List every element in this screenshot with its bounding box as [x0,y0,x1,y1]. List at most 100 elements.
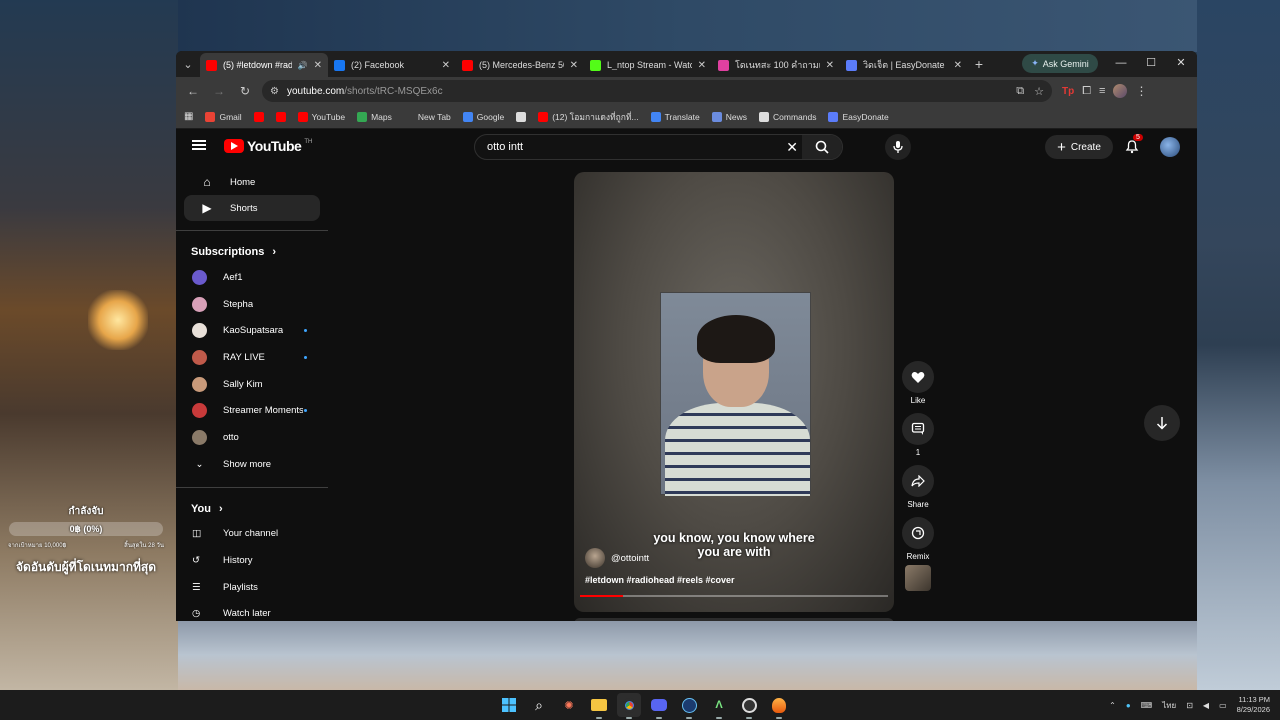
speaker-icon[interactable]: 🔊 [298,61,308,70]
like-button[interactable] [902,361,934,393]
reload-icon[interactable]: ↻ [234,80,256,102]
close-tab-icon[interactable]: ✕ [570,60,578,71]
subscription-item[interactable]: KaoSupatsara [176,317,328,344]
next-short-preview[interactable] [574,618,894,621]
media-controls-icon[interactable]: ≡ [1099,85,1105,97]
address-bar[interactable]: ⚙ youtube.com/shorts/tRC-MSQEx6c ⧉ ☆ [262,80,1052,102]
spark-app-icon[interactable]: ✺ [557,693,581,717]
subscription-item[interactable]: Streamer Moments [176,397,328,424]
close-tab-icon[interactable]: ✕ [954,60,962,71]
ask-gemini-button[interactable]: ✦ Ask Gemini [1022,54,1098,73]
extension-tp-icon[interactable]: Tp [1062,86,1074,97]
voice-search-button[interactable] [885,134,911,160]
you-item[interactable]: ◫ Your channel [176,521,328,548]
minimize-button[interactable]: — [1106,51,1136,77]
bookmark-11[interactable]: Commands [759,111,816,122]
bookmark-5[interactable]: New Tab [403,111,451,122]
terminal-app-icon[interactable]: Λ [707,693,731,719]
short-video-player[interactable]: you know, you know where you are with @o… [574,172,894,612]
volume-icon[interactable]: ◀ [1203,701,1209,710]
sound-thumbnail[interactable] [905,565,931,591]
search-icon[interactable]: ⌕ [527,693,551,717]
bookmark-star-icon[interactable]: ☆ [1034,85,1044,98]
network-icon[interactable]: ⊡ [1186,701,1193,710]
remix-action[interactable]: Remix [901,517,935,591]
account-avatar[interactable] [1160,137,1180,157]
close-tab-icon[interactable]: ✕ [826,60,834,71]
extensions-puzzle-icon[interactable]: ⧠ [1082,85,1091,98]
new-tab-button[interactable]: + [968,56,990,72]
subscription-item[interactable]: Stepha [176,291,328,318]
bookmark-10[interactable]: News [711,111,747,122]
tab-2[interactable]: (5) Mercedes-Benz 500 ✕ [456,53,584,77]
subscription-item[interactable]: Sally Kim [176,371,328,398]
maximize-button[interactable]: ☐ [1136,51,1166,77]
obs-icon[interactable] [737,693,761,719]
sidebar-item-shorts[interactable]: ▶ Shorts [184,195,320,221]
close-tab-icon[interactable]: ✕ [442,60,450,71]
clock[interactable]: 11:13 PM 8/29/2026 [1237,695,1270,715]
clear-search-icon[interactable]: ✕ [786,139,798,156]
bookmark-8[interactable]: (12) โอมกาแดงที่ถูกที่... [538,110,639,124]
youtube-logo[interactable]: YouTube TH [224,138,312,154]
bookmark-0[interactable]: Gmail [205,111,242,122]
remix-button[interactable] [902,517,934,549]
bookmark-7[interactable] [516,111,527,122]
notifications-button[interactable]: 5 [1124,134,1143,159]
menu-hamburger-icon[interactable] [192,140,206,150]
you-item[interactable]: ◷ Watch later [176,601,328,621]
language-indicator[interactable]: ไทย [1162,699,1176,712]
share-button[interactable] [902,465,934,497]
bookmark-1[interactable] [253,111,264,122]
bookmark-2[interactable] [275,111,286,122]
comments-action[interactable]: 1 [901,413,935,457]
sidebar-item-home[interactable]: ⌂ Home [184,169,320,195]
forward-arrow-icon[interactable]: → [208,80,230,102]
bookmark-3[interactable]: YouTube [297,111,345,122]
channel-handle[interactable]: @ottointt [611,553,649,564]
tab-1[interactable]: (2) Facebook ✕ [328,53,456,77]
search-button[interactable] [802,135,842,159]
channel-info[interactable]: @ottointt [585,548,649,568]
bookmark-12[interactable]: EasyDonate [828,111,889,122]
chevron-up-icon[interactable]: ⌃ [1109,701,1116,710]
tab-3[interactable]: L_ntop Stream - Watch ✕ [584,53,712,77]
tab-0[interactable]: (5) #letdown #radiohead 🔊 ✕ [200,53,328,77]
fire-app-icon[interactable] [767,693,791,719]
keyboard-icon[interactable]: ⌨ [1141,701,1153,710]
file-explorer-icon[interactable] [587,693,611,719]
close-tab-icon[interactable]: ✕ [314,60,322,71]
you-heading[interactable]: You › [176,497,328,521]
windows-start-icon[interactable] [497,693,521,717]
subscription-item[interactable]: otto [176,424,328,451]
tab-5[interactable]: วิดเจ็ต | EasyDonate ✕ [840,53,968,77]
comments-button[interactable] [902,413,934,445]
bookmark-4[interactable]: Maps [357,111,392,122]
apps-grid-icon[interactable]: ▦ [184,111,193,122]
create-button[interactable]: + Create [1045,135,1113,159]
subscription-item[interactable]: Aef1 [176,264,328,291]
close-tab-icon[interactable]: ✕ [698,60,706,71]
profile-avatar[interactable] [1113,84,1128,98]
share-action[interactable]: Share [901,465,935,509]
subscriptions-heading[interactable]: Subscriptions › [176,240,328,264]
show-more-button[interactable]: ⌄ Show more [176,451,328,478]
next-video-button[interactable] [1144,405,1180,441]
search-input[interactable]: otto intt ✕ [474,134,843,160]
subscription-item[interactable]: RAY LIVE [176,344,328,371]
you-item[interactable]: ↺ History [176,547,328,574]
you-item[interactable]: ☰ Playlists [176,574,328,601]
battery-icon[interactable]: ▭ [1219,701,1227,710]
tab-4[interactable]: โดเนทสะ 100 คำถามเด็ด ✕ [712,53,840,77]
site-info-icon[interactable]: ⚙ [270,86,279,97]
microphone-icon[interactable]: ● [1126,701,1131,710]
discord-icon[interactable] [647,693,671,719]
tab-search-chevron-icon[interactable]: ⌄ [176,58,200,71]
video-hashtags[interactable]: #letdown #radiohead #reels #cover [585,575,735,585]
close-window-button[interactable]: ✕ [1166,51,1196,77]
back-arrow-icon[interactable]: ← [182,80,204,102]
bookmark-6[interactable]: Google [462,111,504,122]
steam-icon[interactable] [677,693,701,719]
browser-menu-icon[interactable]: ⋮ [1135,84,1147,98]
bookmark-9[interactable]: Translate [650,111,700,122]
